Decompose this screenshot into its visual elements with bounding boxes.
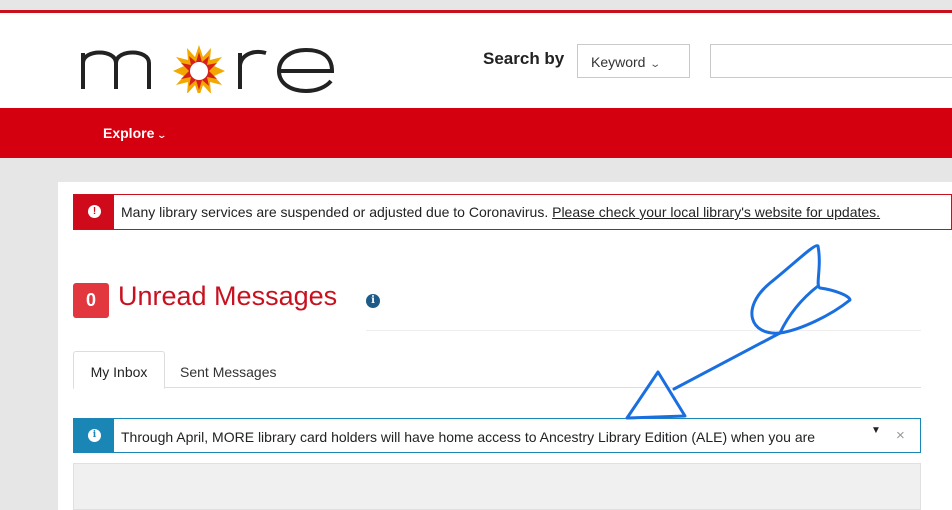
tab-sent-messages[interactable]: Sent Messages xyxy=(180,364,277,380)
expand-caret-icon[interactable]: ▼ xyxy=(871,425,881,436)
message-list-panel xyxy=(73,463,921,510)
page-title: Unread Messages xyxy=(118,281,338,311)
alert-message: Many library services are suspended or a… xyxy=(121,204,880,220)
close-icon[interactable]: × xyxy=(896,427,905,444)
site-header: Search by Keyword ⌄ xyxy=(0,13,952,108)
notice-icon-box: i xyxy=(74,419,114,452)
info-icon[interactable]: i xyxy=(366,294,380,308)
explore-menu[interactable]: Explore ⌄ xyxy=(103,125,168,141)
tab-my-inbox[interactable]: My Inbox xyxy=(73,351,165,389)
alert-text: Many library services are suspended or a… xyxy=(121,204,549,220)
chevron-down-icon: ⌄ xyxy=(156,130,168,140)
info-icon: i xyxy=(88,429,101,442)
alert-link[interactable]: Please check your local library's websit… xyxy=(552,204,880,220)
main-navbar: Explore ⌄ xyxy=(0,108,952,158)
explore-label: Explore xyxy=(103,125,155,141)
search-type-value: Keyword xyxy=(591,54,646,70)
search-by-label: Search by xyxy=(483,49,565,68)
search-type-dropdown[interactable]: Keyword ⌄ xyxy=(577,44,690,78)
exclamation-icon: ! xyxy=(88,205,101,218)
alert-icon-box: ! xyxy=(74,195,114,229)
coronavirus-alert: ! Many library services are suspended or… xyxy=(73,194,952,230)
search-input[interactable] xyxy=(710,44,952,78)
dart-arrow-annotation-icon xyxy=(625,244,852,420)
chevron-down-icon: ⌄ xyxy=(649,59,662,70)
unread-count-badge: 0 xyxy=(73,283,109,318)
more-logo[interactable] xyxy=(80,31,340,93)
